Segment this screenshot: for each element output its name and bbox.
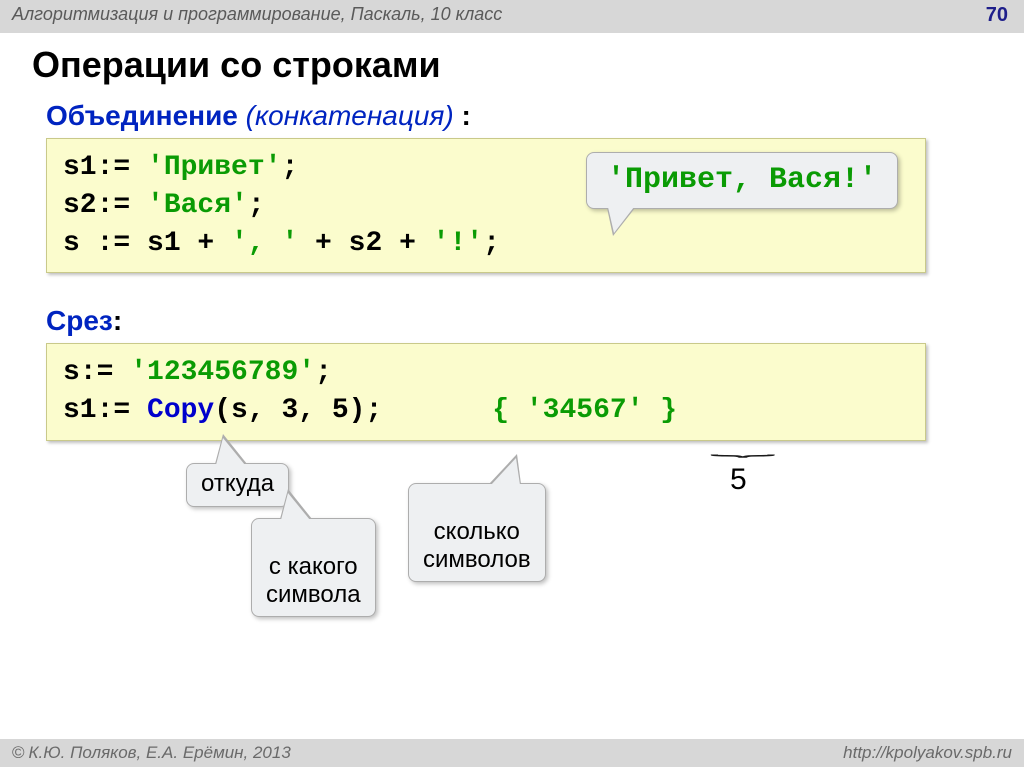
- section2-label-text: Срез: [46, 305, 113, 336]
- code-text: ;: [483, 228, 500, 259]
- code-text: (s, 3, 5);: [214, 395, 382, 426]
- callout-count: сколько символов: [408, 483, 546, 582]
- code-text: s1:=: [63, 395, 147, 426]
- footer-left: ©К.Ю. Поляков, Е.А. Ерёмин, 2013: [12, 743, 291, 763]
- code-literal: '!': [433, 228, 483, 259]
- callout-fromchar: с какого символа: [251, 518, 376, 617]
- code-comment: { '34567' }: [492, 395, 677, 426]
- footer-left-text: К.Ю. Поляков, Е.А. Ерёмин, 2013: [29, 743, 291, 762]
- callout-result: 'Привет, Вася!': [586, 152, 898, 209]
- slide-content: Объединение (конкатенация) : s1:= 'Приве…: [0, 100, 1024, 603]
- section1-label-italic: (конкатенация): [238, 100, 462, 131]
- code-text: ;: [281, 152, 298, 183]
- code-text: s := s1 +: [63, 228, 231, 259]
- callout-result-text: 'Привет, Вася!': [607, 163, 877, 197]
- code-text: ;: [248, 190, 265, 221]
- footer-link[interactable]: http://kpolyakov.spb.ru: [843, 743, 1012, 763]
- code-text: + s2 +: [298, 228, 432, 259]
- section2-label: Срез:: [46, 305, 988, 337]
- footer-bar: ©К.Ю. Поляков, Е.А. Ерёмин, 2013 http://…: [0, 738, 1024, 767]
- callout-fromchar-text: с какого символа: [266, 553, 361, 608]
- code-text: s1:=: [63, 152, 147, 183]
- copyright-icon: ©: [12, 743, 25, 762]
- section1-colon: :: [461, 100, 470, 131]
- code-literal: 'Вася': [147, 190, 248, 221]
- code-literal: '123456789': [130, 357, 315, 388]
- code-text: ;: [315, 357, 332, 388]
- page-title: Операции со строками: [32, 44, 1024, 86]
- code-block-copy: s:= '123456789'; s1:= Copy(s, 3, 5); { '3…: [46, 343, 926, 441]
- page-number: 70: [986, 4, 1012, 27]
- section1-label: Объединение (конкатенация) :: [46, 100, 988, 132]
- code-text: s:=: [63, 357, 130, 388]
- header-bar: Алгоритмизация и программирование, Паска…: [0, 0, 1024, 34]
- breadcrumb: Алгоритмизация и программирование, Паска…: [12, 4, 502, 27]
- brace-count: 5: [730, 463, 747, 497]
- callout-from: откуда: [186, 463, 289, 507]
- code-literal: 'Привет': [147, 152, 281, 183]
- section1-label-bold: Объединение: [46, 100, 238, 131]
- code-keyword: Copy: [147, 395, 214, 426]
- code-text: s2:=: [63, 190, 147, 221]
- curly-brace-icon: ⏟: [710, 439, 776, 457]
- code-literal: ', ': [231, 228, 298, 259]
- section2-colon: :: [113, 305, 122, 336]
- callout-from-text: откуда: [201, 470, 274, 497]
- callout-count-text: сколько символов: [423, 518, 531, 573]
